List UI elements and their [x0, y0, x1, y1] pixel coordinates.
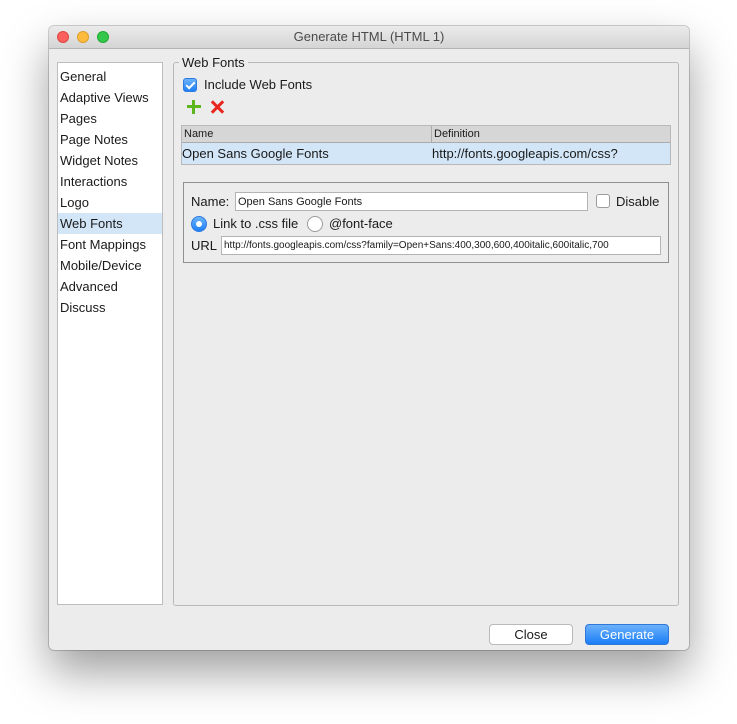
- sidebar-item-pages[interactable]: Pages: [58, 108, 162, 129]
- table-row[interactable]: Open Sans Google Fonts http://fonts.goog…: [182, 143, 670, 164]
- name-label: Name:: [191, 194, 230, 209]
- web-fonts-group-title: Web Fonts: [179, 55, 248, 70]
- include-web-fonts-checkbox[interactable]: [183, 78, 197, 92]
- web-fonts-table: Name Definition Open Sans Google Fonts h…: [181, 125, 671, 165]
- sidebar-item-discuss[interactable]: Discuss: [58, 297, 162, 318]
- link-css-radio[interactable]: [191, 216, 207, 232]
- close-button[interactable]: Close: [489, 624, 573, 645]
- plus-icon[interactable]: [187, 100, 201, 114]
- sidebar-item-adaptive-views[interactable]: Adaptive Views: [58, 87, 162, 108]
- link-css-label[interactable]: Link to .css file: [213, 216, 298, 231]
- sidebar-item-page-notes[interactable]: Page Notes: [58, 129, 162, 150]
- font-name-cell: Open Sans Google Fonts: [182, 146, 329, 161]
- column-header-definition[interactable]: Definition: [432, 126, 670, 142]
- sidebar-item-interactions[interactable]: Interactions: [58, 171, 162, 192]
- font-face-radio[interactable]: [307, 216, 323, 232]
- sidebar-item-web-fonts[interactable]: Web Fonts: [58, 213, 162, 234]
- disable-checkbox[interactable]: [596, 194, 610, 208]
- font-face-label[interactable]: @font-face: [329, 216, 393, 231]
- title-bar[interactable]: Generate HTML (HTML 1): [49, 26, 689, 49]
- sidebar-item-widget-notes[interactable]: Widget Notes: [58, 150, 162, 171]
- sidebar-item-advanced[interactable]: Advanced: [58, 276, 162, 297]
- font-name-input[interactable]: [235, 192, 588, 211]
- include-web-fonts-label[interactable]: Include Web Fonts: [204, 77, 312, 92]
- sidebar-item-font-mappings[interactable]: Font Mappings: [58, 234, 162, 255]
- font-definition-cell: http://fonts.googleapis.com/css?: [432, 146, 618, 161]
- sidebar-item-logo[interactable]: Logo: [58, 192, 162, 213]
- table-header: Name Definition: [182, 126, 670, 143]
- url-label: URL: [191, 238, 218, 253]
- column-header-name[interactable]: Name: [182, 126, 432, 142]
- x-icon[interactable]: [210, 100, 224, 114]
- disable-label[interactable]: Disable: [616, 194, 659, 209]
- sidebar-item-general[interactable]: General: [58, 66, 162, 87]
- url-input[interactable]: [221, 236, 661, 255]
- generate-button[interactable]: Generate: [585, 624, 669, 645]
- window-title: Generate HTML (HTML 1): [293, 29, 445, 44]
- generate-html-dialog: Generate HTML (HTML 1) General Adaptive …: [49, 26, 689, 650]
- settings-sidebar: General Adaptive Views Pages Page Notes …: [57, 62, 163, 605]
- sidebar-item-mobile-device[interactable]: Mobile/Device: [58, 255, 162, 276]
